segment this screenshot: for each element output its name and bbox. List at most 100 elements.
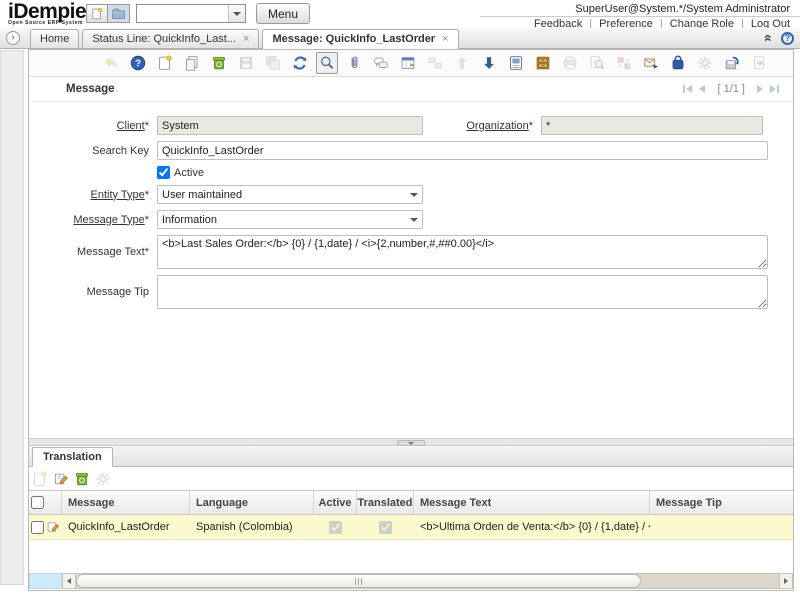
help-icon[interactable]: ?: [781, 32, 794, 45]
next-record-button: [757, 85, 763, 93]
expand-sidebar-button[interactable]: ›: [6, 31, 20, 45]
tab-status-line[interactable]: Status Line: QuickInfo_Last... ×: [82, 29, 259, 48]
delete-record-icon[interactable]: [73, 470, 91, 488]
edit-icon[interactable]: [52, 470, 70, 488]
triangle-right-icon: [784, 578, 788, 584]
window-title: Message: [66, 83, 115, 95]
tab-home[interactable]: Home: [30, 29, 79, 48]
entity-type-value: User maintained: [158, 189, 406, 201]
client-label[interactable]: Client*: [29, 120, 149, 132]
chevron-down-icon: [406, 193, 422, 197]
search-key-field[interactable]: [157, 141, 768, 160]
column-header-language[interactable]: Language: [190, 491, 314, 514]
window-header: Message [ 1/1 ]: [29, 77, 793, 102]
collapsed-west-panel[interactable]: [0, 50, 24, 585]
triangle-left-icon: [67, 578, 71, 584]
message-type-label[interactable]: Message Type*: [29, 214, 149, 226]
cell-message-tip: [650, 515, 793, 539]
column-header-message[interactable]: Message: [62, 491, 190, 514]
required-marker: *: [145, 120, 149, 132]
message-text-field[interactable]: <b>Last Sales Order:</b> {0} / {1,date} …: [157, 235, 768, 269]
grip-icon: [358, 578, 359, 585]
splitter-collapse-button[interactable]: [397, 440, 425, 446]
grid-toggle-icon[interactable]: [397, 52, 419, 74]
message-type-select[interactable]: Information: [157, 210, 423, 229]
delete-record-icon[interactable]: [208, 52, 230, 74]
folder-icon[interactable]: [108, 4, 130, 23]
entity-type-label-text: Entity Type: [91, 189, 145, 201]
combo-dropdown-button[interactable]: [228, 5, 245, 22]
row-select-checkbox[interactable]: [31, 521, 44, 534]
quick-search-input[interactable]: [137, 5, 228, 22]
column-header-translated[interactable]: Translated: [357, 491, 414, 514]
organization-label[interactable]: Organization*: [423, 120, 533, 132]
lock-icon[interactable]: [667, 52, 689, 74]
scroll-left-button[interactable]: [63, 574, 76, 588]
single-document-icon[interactable]: [86, 4, 108, 23]
column-header-active[interactable]: Active: [314, 491, 357, 514]
select-all-checkbox[interactable]: [31, 496, 44, 509]
table-row[interactable]: QuickInfo_LastOrder Spanish (Colombia) <…: [29, 515, 793, 540]
grip-icon: [355, 578, 356, 585]
client-field: [157, 116, 423, 135]
form-row-active: Active: [29, 166, 793, 179]
horizontal-scroll-area: [29, 573, 793, 589]
message-tip-field[interactable]: [157, 275, 768, 309]
export-icon[interactable]: [721, 52, 743, 74]
help-icon[interactable]: ?: [127, 52, 149, 74]
required-marker: *: [145, 189, 149, 201]
scroll-right-button[interactable]: [779, 574, 792, 588]
tab-translation[interactable]: Translation: [32, 447, 113, 467]
active-checkbox[interactable]: [157, 166, 170, 179]
chat-icon[interactable]: [370, 52, 392, 74]
archive-icon[interactable]: [532, 52, 554, 74]
scrollbar-thumb[interactable]: [76, 574, 641, 588]
entity-type-label[interactable]: Entity Type*: [29, 189, 149, 201]
cell-language: Spanish (Colombia): [190, 515, 314, 539]
tab-status-line-label: Status Line: QuickInfo_Last...: [92, 33, 236, 45]
edit-row-icon[interactable]: [46, 520, 60, 534]
search-key-label: Search Key: [29, 145, 149, 157]
refresh-icon[interactable]: [289, 52, 311, 74]
horizontal-scrollbar[interactable]: [62, 573, 793, 589]
find-icon[interactable]: [316, 52, 338, 74]
detail-icon: [424, 52, 446, 74]
column-header-message-tip[interactable]: Message Tip: [650, 491, 793, 514]
svg-text:?: ?: [135, 59, 141, 70]
doc-new-icon: [90, 7, 104, 21]
previous-record-button: [699, 85, 705, 93]
new-record-icon[interactable]: [154, 52, 176, 74]
message-window: ? Message [ 1/1 ] Client* Organization* …: [28, 49, 794, 591]
search-key-label-text: Search Key: [92, 145, 149, 157]
open-tabs: Home Status Line: QuickInfo_Last... × Mes…: [30, 29, 462, 48]
column-header-message-text[interactable]: Message Text: [414, 491, 650, 514]
organization-field: [541, 116, 763, 135]
email-icon[interactable]: [640, 52, 662, 74]
tab-message[interactable]: Message: QuickInfo_LastOrder×: [262, 29, 458, 49]
paging-placeholder: [29, 573, 62, 589]
copy-record-icon[interactable]: [181, 52, 203, 74]
attachment-icon[interactable]: [343, 52, 365, 74]
cell-message: QuickInfo_LastOrder: [62, 515, 190, 539]
required-marker: *: [529, 120, 533, 132]
detail-pane: Translation Message Language Active Tran…: [29, 447, 793, 590]
panel-splitter[interactable]: [29, 438, 793, 446]
row-active-checkbox: [329, 521, 342, 534]
required-marker: *: [145, 246, 149, 258]
cell-message-text: <b>Ultima Orden de Venta:</b> {0} / {1,d…: [414, 515, 650, 539]
chevron-down-icon: [408, 442, 414, 445]
entity-type-select[interactable]: User maintained: [157, 185, 423, 204]
required-marker: *: [145, 214, 149, 226]
grip-icon: [361, 578, 362, 585]
collapse-header-icon[interactable]: «: [762, 34, 776, 42]
table-header-row: Message Language Active Translated Messa…: [29, 491, 793, 515]
first-record-icon: [686, 85, 692, 93]
close-icon[interactable]: ×: [243, 33, 249, 45]
menu-button[interactable]: Menu: [256, 3, 310, 24]
translation-table: Message Language Active Translated Messa…: [29, 490, 793, 540]
report-icon[interactable]: [505, 52, 527, 74]
message-tip-label: Message Tip: [29, 286, 149, 298]
close-icon[interactable]: ×: [442, 33, 448, 45]
detail-record-icon[interactable]: [478, 52, 500, 74]
first-record-button: [683, 85, 692, 93]
